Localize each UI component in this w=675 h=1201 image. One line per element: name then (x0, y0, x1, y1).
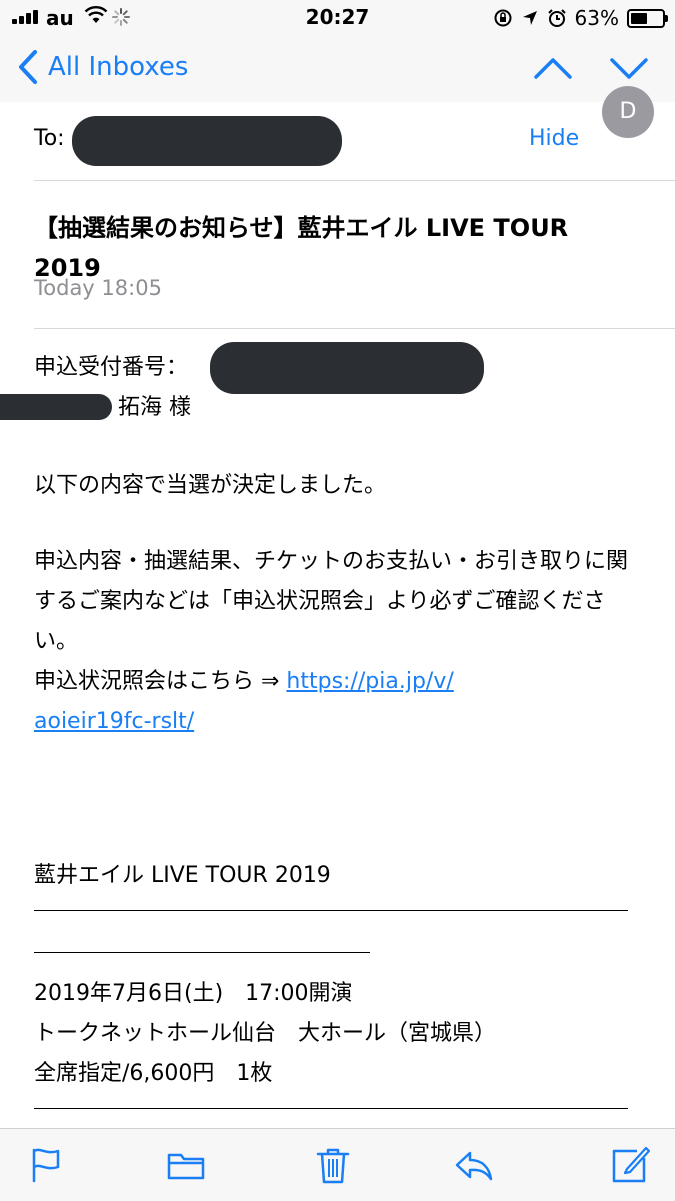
trash-icon[interactable] (313, 1145, 353, 1185)
status-link[interactable]: https://pia.jp/v/ (286, 669, 453, 694)
previous-message-button[interactable] (533, 50, 573, 86)
folder-icon[interactable] (166, 1145, 206, 1185)
back-button[interactable]: All Inboxes (18, 50, 188, 84)
reply-icon[interactable] (454, 1145, 494, 1185)
status-link-line: 申込状況照会はこちら ⇒ https://pia.jp/v/ (34, 662, 644, 702)
battery-icon (627, 8, 668, 28)
location-icon (522, 11, 537, 25)
battery-percent: 63% (574, 6, 619, 30)
message-navigation (533, 50, 649, 86)
status-right: 63% (493, 6, 668, 30)
back-label: All Inboxes (48, 52, 189, 82)
status-link-continued[interactable]: aoieir19fc-rslt/ (34, 709, 194, 734)
flag-icon[interactable] (26, 1145, 66, 1185)
next-message-button[interactable] (609, 50, 649, 86)
event-date: 2019年7月6日(土) 17:00開演 (34, 981, 353, 1006)
compose-icon[interactable] (610, 1145, 650, 1185)
body-line-announcement: 以下の内容で当選が決定しました。 (34, 473, 387, 498)
nav-bar: All Inboxes (0, 36, 675, 102)
rotation-lock-icon (494, 9, 512, 27)
divider (34, 180, 675, 181)
redacted-application-number (210, 342, 484, 394)
divider (34, 328, 675, 329)
event-venue: トークネットホール仙台 大ホール（宮城県） (34, 1021, 497, 1046)
chevron-left-icon (19, 50, 37, 84)
seat-info: 全席指定/6,600円 1枚 (34, 1061, 273, 1086)
redacted-recipient (72, 116, 342, 166)
underscore-rule (34, 952, 370, 953)
recipient-name: 拓海 様 (118, 395, 191, 420)
alarm-icon (547, 9, 566, 27)
status-link-line-2: aoieir19fc-rslt/ (34, 702, 644, 742)
bottom-toolbar (0, 1128, 675, 1201)
redacted-recipient-name (0, 394, 112, 420)
sender-avatar[interactable]: D (602, 86, 654, 138)
event-title: 藍井エイル LIVE TOUR 2019 (34, 863, 331, 888)
body-paragraph-instructions: 申込内容・抽選結果、チケットのお支払い・お引き取りに関するご案内などは「申込状況… (34, 549, 629, 654)
underscore-rule (34, 910, 628, 911)
status-bar: au 20:27 63% (0, 0, 675, 36)
to-label: To: (34, 126, 65, 151)
battery-fill (631, 12, 647, 24)
underscore-rule (34, 1108, 628, 1109)
hide-details-button[interactable]: Hide (529, 126, 579, 151)
status-link-prefix: 申込状況照会はこちら ⇒ (34, 669, 287, 694)
email-date: Today 18:05 (34, 276, 162, 300)
